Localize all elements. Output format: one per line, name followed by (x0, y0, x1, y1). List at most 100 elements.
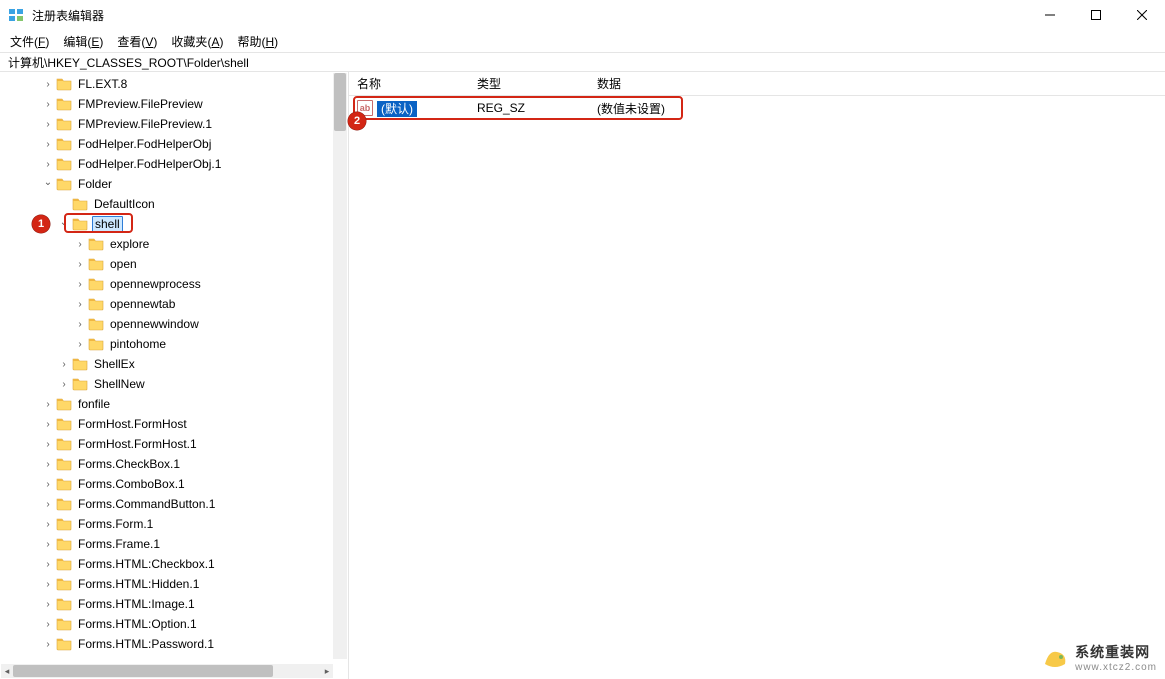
menu-view[interactable]: 查看(V) (111, 31, 163, 52)
folder-icon (56, 76, 72, 92)
menu-file[interactable]: 文件(F) (4, 31, 55, 52)
column-header-data[interactable]: 数据 (597, 75, 1165, 92)
tree-node-label: Forms.CommandButton.1 (76, 497, 217, 511)
chevron-right-icon[interactable]: › (40, 99, 56, 110)
chevron-right-icon[interactable]: › (40, 639, 56, 650)
annotation-badge-1: 1 (32, 215, 50, 233)
chevron-right-icon[interactable]: › (72, 239, 88, 250)
chevron-right-icon[interactable]: › (40, 139, 56, 150)
tree-node[interactable]: ⌄Folder (0, 174, 348, 194)
scrollbar-thumb[interactable] (334, 73, 346, 131)
tree-node[interactable]: ›open (0, 254, 348, 274)
tree-node-label: FormHost.FormHost.1 (76, 437, 199, 451)
tree-node[interactable]: › Forms.CommandButton.1 (0, 494, 348, 514)
tree-node[interactable]: ›Forms.HTML:Option.1 (0, 614, 348, 634)
close-button[interactable] (1119, 0, 1165, 30)
chevron-right-icon[interactable]: › (56, 359, 72, 370)
horizontal-scrollbar[interactable]: ◂ ▸ (1, 664, 333, 678)
chevron-right-icon[interactable]: › (40, 599, 56, 610)
folder-icon (56, 136, 72, 152)
chevron-down-icon[interactable]: ⌄ (40, 177, 56, 188)
chevron-right-icon[interactable]: › (72, 279, 88, 290)
chevron-right-icon[interactable]: › (40, 619, 56, 630)
tree-node-label: Forms.CheckBox.1 (76, 457, 182, 471)
scroll-right-arrow-icon[interactable]: ▸ (321, 664, 333, 678)
chevron-right-icon[interactable]: › (40, 119, 56, 130)
tree-node[interactable]: ›Forms.Frame.1 (0, 534, 348, 554)
menu-edit[interactable]: 编辑(E) (57, 31, 109, 52)
chevron-right-icon[interactable]: › (40, 559, 56, 570)
tree-node[interactable]: › Forms.HTML:Password.1 (0, 634, 348, 654)
tree-node[interactable]: ›fonfile (0, 394, 348, 414)
tree-node[interactable]: ›ShellNew (0, 374, 348, 394)
chevron-right-icon[interactable]: › (40, 539, 56, 550)
minimize-button[interactable] (1027, 0, 1073, 30)
chevron-right-icon[interactable]: › (40, 499, 56, 510)
tree-node[interactable]: ›Forms.HTML:Checkbox.1 (0, 554, 348, 574)
titlebar: 注册表编辑器 (0, 0, 1165, 30)
chevron-right-icon[interactable]: › (40, 159, 56, 170)
chevron-right-icon[interactable]: › (72, 299, 88, 310)
folder-icon (56, 96, 72, 112)
tree-node[interactable]: ›FodHelper.FodHelperObj.1 (0, 154, 348, 174)
chevron-right-icon[interactable]: › (40, 459, 56, 470)
value-row[interactable]: ab (默认) REG_SZ (数值未设置) (349, 98, 1165, 118)
menu-help[interactable]: 帮助(H) (231, 31, 284, 52)
tree-node[interactable]: ›Forms.HTML:Image.1 (0, 594, 348, 614)
chevron-right-icon[interactable]: › (40, 519, 56, 530)
tree-node[interactable]: ›FodHelper.FodHelperObj (0, 134, 348, 154)
chevron-right-icon[interactable]: › (40, 419, 56, 430)
vertical-scrollbar[interactable] (333, 73, 347, 659)
column-header-name[interactable]: 名称 (357, 75, 477, 92)
folder-icon (56, 156, 72, 172)
tree-node[interactable]: › Forms.CheckBox.1 (0, 454, 348, 474)
folder-icon (56, 516, 72, 532)
menu-favorites[interactable]: 收藏夹(A) (165, 31, 229, 52)
window-controls (1027, 0, 1165, 30)
maximize-button[interactable] (1073, 0, 1119, 30)
tree-node[interactable]: › FormHost.FormHost.1 (0, 434, 348, 454)
annotation-badge-2: 2 (348, 112, 366, 130)
tree-node[interactable]: › ShellEx (0, 354, 348, 374)
column-header-type[interactable]: 类型 (477, 75, 597, 92)
tree-node[interactable]: ›opennewtab (0, 294, 348, 314)
tree-node[interactable]: ⌄shell (0, 214, 348, 234)
folder-icon (88, 316, 104, 332)
chevron-right-icon[interactable]: › (40, 79, 56, 90)
chevron-right-icon[interactable]: › (56, 379, 72, 390)
tree-node[interactable]: ›Forms.ComboBox.1 (0, 474, 348, 494)
tree-node[interactable]: › explore (0, 234, 348, 254)
tree-scroll[interactable]: ›FL.EXT.8›FMPreview.FilePreview›FMPrevie… (0, 72, 348, 679)
tree-node[interactable]: ›Forms.HTML:Hidden.1 (0, 574, 348, 594)
folder-icon (88, 296, 104, 312)
chevron-right-icon[interactable]: › (72, 259, 88, 270)
tree-node[interactable]: ›opennewprocess (0, 274, 348, 294)
chevron-right-icon[interactable]: › (40, 479, 56, 490)
tree-node[interactable]: ›DefaultIcon (0, 194, 348, 214)
chevron-down-icon[interactable]: ⌄ (56, 217, 72, 228)
chevron-right-icon[interactable]: › (40, 399, 56, 410)
folder-icon (56, 636, 72, 652)
tree-node-label: Forms.Form.1 (76, 517, 155, 531)
tree-node[interactable]: ›opennewwindow (0, 314, 348, 334)
chevron-right-icon[interactable]: › (40, 579, 56, 590)
tree-node[interactable]: › pintohome (0, 334, 348, 354)
scroll-left-arrow-icon[interactable]: ◂ (1, 664, 13, 678)
tree-node[interactable]: ›FormHost.FormHost (0, 414, 348, 434)
tree-node[interactable]: ›FL.EXT.8 (0, 74, 348, 94)
tree-pane: ›FL.EXT.8›FMPreview.FilePreview›FMPrevie… (0, 72, 349, 679)
tree-node[interactable]: › Forms.Form.1 (0, 514, 348, 534)
tree-node-label: pintohome (108, 337, 168, 351)
address-bar[interactable]: 计算机\HKEY_CLASSES_ROOT\Folder\shell (0, 52, 1165, 72)
tree-node[interactable]: ›FMPreview.FilePreview (0, 94, 348, 114)
tree-node-label: ShellEx (92, 357, 137, 371)
tree-node-label: explore (108, 237, 151, 251)
tree-node-label: Forms.HTML:Password.1 (76, 637, 216, 651)
folder-icon (88, 256, 104, 272)
folder-icon (56, 536, 72, 552)
scrollbar-thumb-horizontal[interactable] (13, 665, 273, 677)
chevron-right-icon[interactable]: › (72, 339, 88, 350)
chevron-right-icon[interactable]: › (40, 439, 56, 450)
tree-node[interactable]: ›FMPreview.FilePreview.1 (0, 114, 348, 134)
chevron-right-icon[interactable]: › (72, 319, 88, 330)
